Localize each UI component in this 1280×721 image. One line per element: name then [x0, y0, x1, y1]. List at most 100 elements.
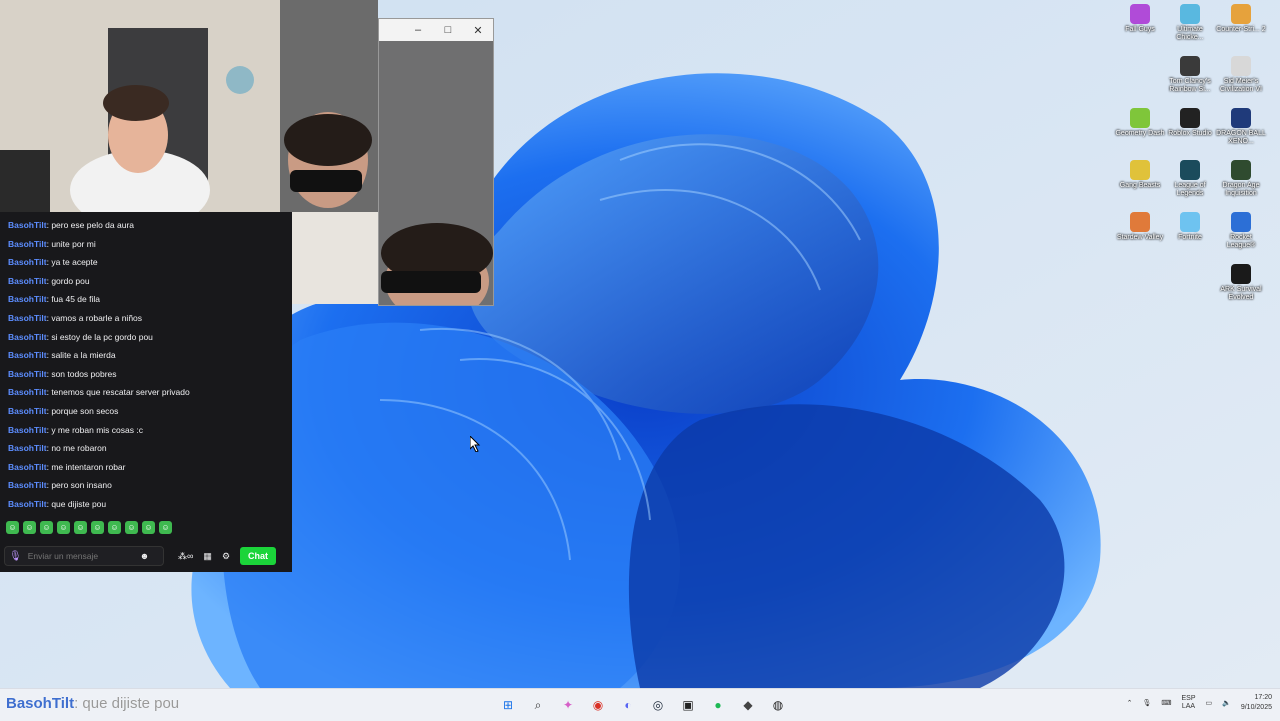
chat-username[interactable]: BasohTilt [8, 462, 47, 472]
chat-message-text: me intentaron robar [51, 461, 126, 472]
steam-icon[interactable]: ◎ [646, 693, 670, 717]
chat-username[interactable]: BasohTilt [8, 332, 47, 342]
desktop-shortcut-label: Rocket League® [1226, 234, 1256, 249]
keyboard-icon[interactable]: ⌨ [1161, 699, 1171, 707]
emote-icon[interactable]: ☺ [23, 521, 36, 534]
close-button[interactable]: ✕ [463, 24, 493, 37]
epic-icon[interactable]: ▣ [676, 693, 700, 717]
desktop-shortcut-label: Roblox Studio [1168, 130, 1212, 137]
desktop-shortcut[interactable]: Fall Guys [1115, 4, 1165, 34]
chrome-icon[interactable]: ◉ [586, 693, 610, 717]
webcam-preview-window: – □ ✕ [378, 18, 494, 306]
clock[interactable]: 17:20 9/10/2025 [1241, 693, 1272, 713]
app-icon [1130, 212, 1150, 232]
chat-username[interactable]: BasohTilt [8, 257, 47, 267]
chat-message-text: gordo pou [51, 275, 90, 286]
app-icon [1180, 212, 1200, 232]
chat-message: BasohTilt: porque son secos [8, 405, 119, 416]
microphone-tray-icon[interactable]: 🎙 [1142, 699, 1151, 707]
chat-username[interactable]: BasohTilt [8, 294, 47, 304]
desktop-shortcut[interactable]: Geometry Dash [1115, 108, 1165, 138]
taskbar-apps: ⊞ ⌕ ✦ ◉ ◐ ◎ ▣ ● ◆ ◍ [496, 693, 790, 717]
start-icon[interactable]: ⊞ [496, 693, 520, 717]
chat-message-text: tenemos que rescatar server privado [51, 387, 190, 398]
desktop-shortcut[interactable]: Rocket League® [1216, 212, 1266, 250]
chat-username[interactable]: BasohTilt [8, 425, 47, 435]
desktop-shortcut[interactable]: Tom Clancy's Rainbow Si... [1165, 56, 1215, 94]
chat-username[interactable]: BasohTilt [8, 220, 47, 230]
maximize-button[interactable]: □ [433, 24, 463, 36]
community-icon[interactable]: ⁂∞ [178, 551, 193, 562]
caption-username: BasohTilt [6, 695, 75, 712]
emoji-icon[interactable]: ☻ [140, 551, 149, 561]
emote-icon[interactable]: ☺ [91, 521, 104, 534]
emote-icon[interactable]: ☺ [6, 521, 19, 534]
app-icon [1231, 4, 1251, 24]
spotify-icon[interactable]: ● [706, 693, 730, 717]
store-icon[interactable]: ▦ [203, 551, 212, 562]
chat-username[interactable]: BasohTilt [8, 350, 47, 360]
desktop-shortcut[interactable]: ARK Survival Evolved [1216, 264, 1266, 302]
emote-icon[interactable]: ☺ [74, 521, 87, 534]
chat-username[interactable]: BasohTilt [8, 406, 47, 416]
chat-input[interactable]: 🎙 ☻ [4, 546, 164, 566]
chat-username[interactable]: BasohTilt [8, 480, 47, 490]
chat-username[interactable]: BasohTilt [8, 387, 47, 397]
emote-icon[interactable]: ☺ [57, 521, 70, 534]
language-indicator[interactable]: ESP LAA [1181, 695, 1195, 711]
app-icon [1231, 264, 1251, 284]
desktop-shortcut[interactable]: Stardew Valley [1115, 212, 1165, 242]
volume-icon[interactable]: 🔈 [1222, 699, 1231, 707]
chat-message-text: que dijiste pou [51, 498, 107, 509]
emote-icon[interactable]: ☺ [159, 521, 172, 534]
desktop-shortcut[interactable]: DRAGON BALL XENO... [1216, 108, 1266, 146]
desktop-shortcut-label: Ultimate Chicke... [1176, 26, 1204, 41]
desktop-shortcut[interactable]: Gang Beasts [1115, 160, 1165, 190]
desktop-shortcut[interactable]: Ultimate Chicke... [1165, 4, 1215, 42]
microphone-icon[interactable]: 🎙 [9, 551, 22, 562]
desktop-shortcut[interactable]: Dragon Age Inquisition [1216, 160, 1266, 198]
app-icon [1231, 212, 1251, 232]
app-red-icon[interactable]: ◆ [736, 693, 760, 717]
desktop-shortcut[interactable]: Roblox Studio [1165, 108, 1215, 138]
emote-icon[interactable]: ☺ [142, 521, 155, 534]
copilot-icon[interactable]: ✦ [556, 693, 580, 717]
network-icon[interactable]: ▭ [1206, 699, 1213, 707]
obs-icon[interactable]: ◍ [766, 693, 790, 717]
chat-username[interactable]: BasohTilt [8, 369, 47, 379]
system-tray: ⌃ 🎙 ⌨ ESP LAA ▭ 🔈 17:20 9/10/2025 [1127, 693, 1272, 713]
emote-icon[interactable]: ☺ [40, 521, 53, 534]
desktop-shortcut[interactable]: League of Legends [1165, 160, 1215, 198]
chat-message: BasohTilt: si estoy de la pc gordo pou [8, 331, 153, 342]
chat-username[interactable]: BasohTilt [8, 313, 47, 323]
discord-icon[interactable]: ◐ [616, 693, 640, 717]
emote-icon[interactable]: ☺ [108, 521, 121, 534]
chat-message-text: no me robaron [51, 443, 107, 454]
chat-username[interactable]: BasohTilt [8, 443, 47, 453]
chat-username[interactable]: BasohTilt [8, 239, 47, 249]
chat-send-button[interactable]: Chat [240, 547, 277, 565]
desktop-shortcut[interactable]: Sid Meier's Civilization VI [1216, 56, 1266, 94]
desktop-shortcut[interactable]: Counter-Stri... 2 [1216, 4, 1266, 34]
window-titlebar: – □ ✕ [379, 19, 493, 41]
app-icon [1231, 108, 1251, 128]
chat-message: BasohTilt: y me roban mis cosas :c [8, 424, 143, 435]
chat-message: BasohTilt: son todos pobres [8, 368, 117, 379]
chat-message: BasohTilt: pero son insano [8, 480, 112, 491]
chat-message: BasohTilt: pero ese pelo da aura [8, 220, 135, 230]
emote-icon[interactable]: ☺ [125, 521, 138, 534]
chat-message-field[interactable] [25, 550, 140, 562]
app-icon [1180, 56, 1200, 76]
chat-message-text: fua 45 de fila [51, 294, 100, 305]
chevron-up-icon[interactable]: ⌃ [1127, 699, 1133, 707]
language-code: ESP [1181, 695, 1196, 702]
settings-gear-icon[interactable]: ⚙ [222, 551, 230, 562]
search-icon[interactable]: ⌕ [526, 693, 550, 717]
app-icon [1180, 108, 1200, 128]
desktop-shortcut[interactable]: Fortnite [1165, 212, 1215, 242]
chat-message: BasohTilt: vamos a robarle a niños [8, 312, 143, 323]
minimize-button[interactable]: – [403, 24, 433, 36]
chat-username[interactable]: BasohTilt [8, 499, 47, 509]
chat-username[interactable]: BasohTilt [8, 276, 47, 286]
chat-message: BasohTilt: que dijiste pou [8, 498, 107, 509]
